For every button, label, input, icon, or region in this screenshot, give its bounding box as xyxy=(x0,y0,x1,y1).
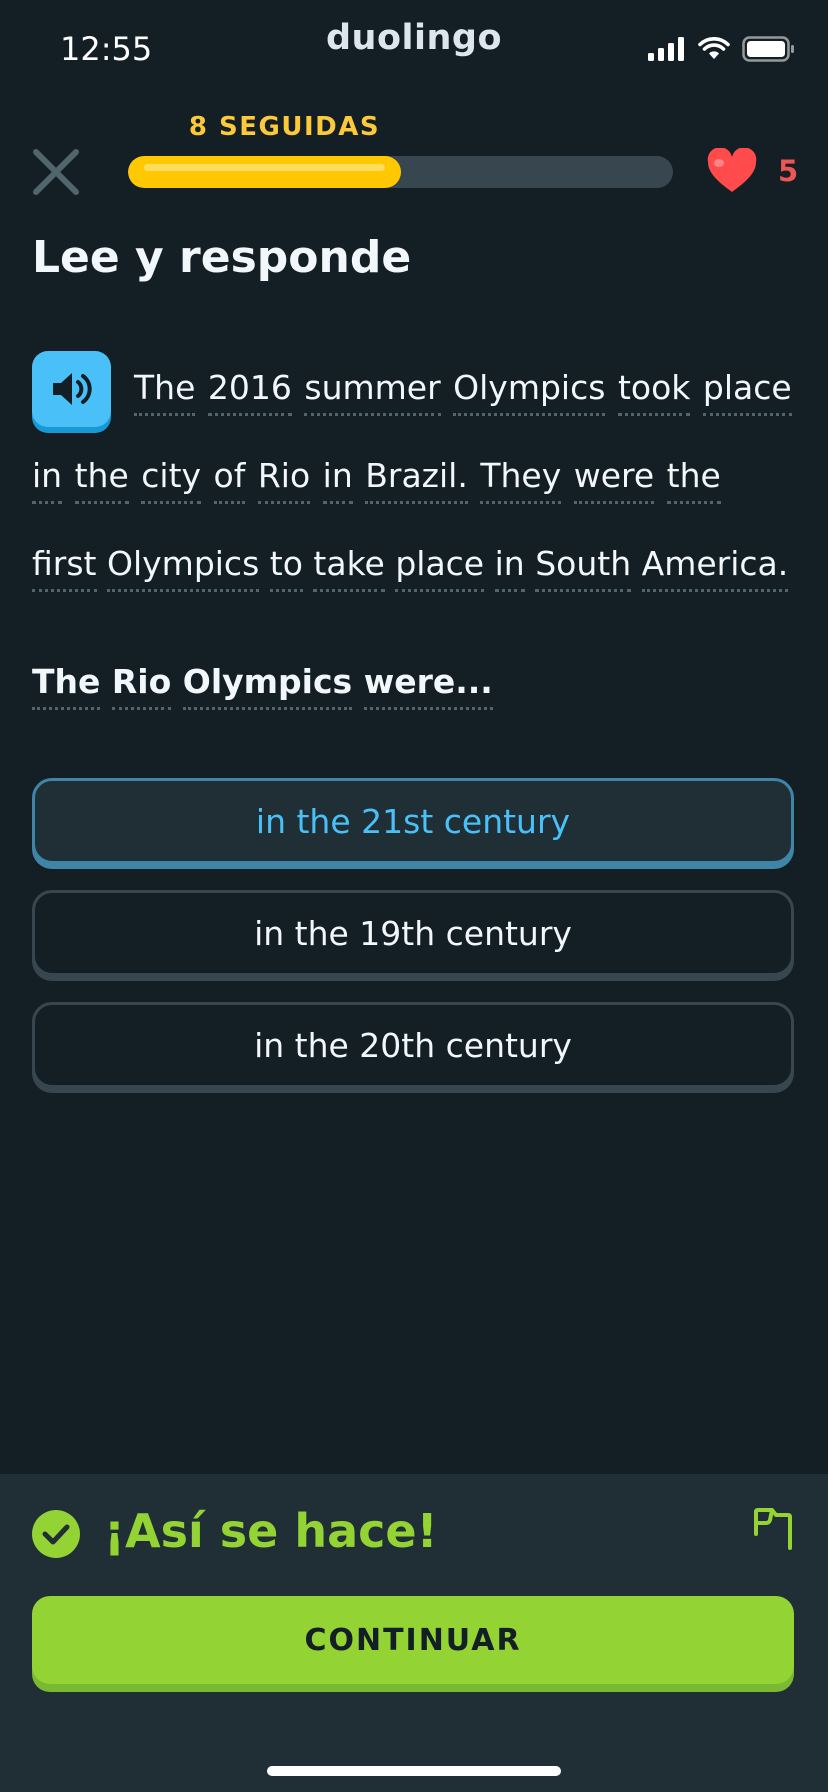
question-word[interactable]: Rio xyxy=(111,663,172,710)
hearts-counter: 5 xyxy=(706,148,798,194)
passage-word[interactable]: place xyxy=(395,545,485,592)
passage-word[interactable]: in xyxy=(322,457,353,504)
home-indicator xyxy=(267,1766,561,1776)
passage-word[interactable]: They xyxy=(480,457,562,504)
close-icon xyxy=(33,149,79,195)
passage-word[interactable]: summer xyxy=(304,369,441,416)
battery-icon xyxy=(742,36,794,62)
continue-button[interactable]: CONTINUAR xyxy=(32,1596,794,1684)
passage-line-1: The 2016 summer Olympics took place xyxy=(134,368,792,416)
passage-word[interactable]: America. xyxy=(641,545,789,592)
passage-word[interactable]: Brazil. xyxy=(365,457,468,504)
passage-word[interactable]: the xyxy=(74,457,129,504)
passage-word[interactable]: city xyxy=(141,457,202,504)
hearts-count: 5 xyxy=(778,154,799,188)
passage-word[interactable]: of xyxy=(213,457,246,504)
question-word[interactable]: Olympics xyxy=(182,663,353,710)
passage-line-3: first Olympics to take place in South Am… xyxy=(32,544,789,592)
passage-word[interactable]: in xyxy=(32,457,63,504)
passage-word[interactable]: were xyxy=(573,457,655,504)
wifi-icon xyxy=(698,37,730,59)
progress-fill xyxy=(128,156,401,188)
passage-word[interactable]: first xyxy=(32,545,97,592)
passage-word[interactable]: took xyxy=(617,369,691,416)
heart-icon xyxy=(707,148,757,192)
answer-option-2[interactable]: in the 19th century xyxy=(32,890,794,976)
flag-icon xyxy=(754,1508,792,1550)
passage-word[interactable]: Olympics xyxy=(453,369,606,416)
feedback-message: ¡Así se hace! xyxy=(104,1504,438,1558)
passage-line-2: in the city of Rio in Brazil. They were … xyxy=(32,456,721,504)
passage-word[interactable]: The xyxy=(134,369,196,416)
question-word[interactable]: were... xyxy=(363,663,493,710)
report-flag-button[interactable] xyxy=(750,1506,794,1552)
passage-word[interactable]: place xyxy=(702,369,792,416)
status-icons xyxy=(648,36,796,62)
passage-word[interactable]: to xyxy=(269,545,303,592)
audio-button[interactable] xyxy=(32,351,111,427)
status-bar: 12:55 duolingo xyxy=(0,0,828,90)
streak-label: 8 SEGUIDAS xyxy=(188,112,381,142)
passage-word[interactable]: 2016 xyxy=(207,369,292,416)
lesson-progress-bar xyxy=(128,156,673,188)
question-prompt: The Rio Olympics were... xyxy=(32,662,493,710)
answer-option-1[interactable]: in the 21st century xyxy=(32,778,794,864)
passage-word[interactable]: Rio xyxy=(257,457,311,504)
answer-option-3[interactable]: in the 20th century xyxy=(32,1002,794,1088)
check-circle-icon xyxy=(32,1510,80,1558)
passage-word[interactable]: the xyxy=(666,457,721,504)
speaker-icon xyxy=(52,373,92,405)
close-button[interactable] xyxy=(28,144,84,200)
passage-word[interactable]: South xyxy=(535,545,632,592)
passage-word[interactable]: in xyxy=(494,545,525,592)
progress-shine xyxy=(144,164,385,171)
exercise-title: Lee y responde xyxy=(32,232,412,283)
passage-word[interactable]: Olympics xyxy=(107,545,260,592)
passage-word[interactable]: take xyxy=(313,545,385,592)
signal-icon xyxy=(648,37,684,61)
question-word[interactable]: The xyxy=(32,663,101,710)
